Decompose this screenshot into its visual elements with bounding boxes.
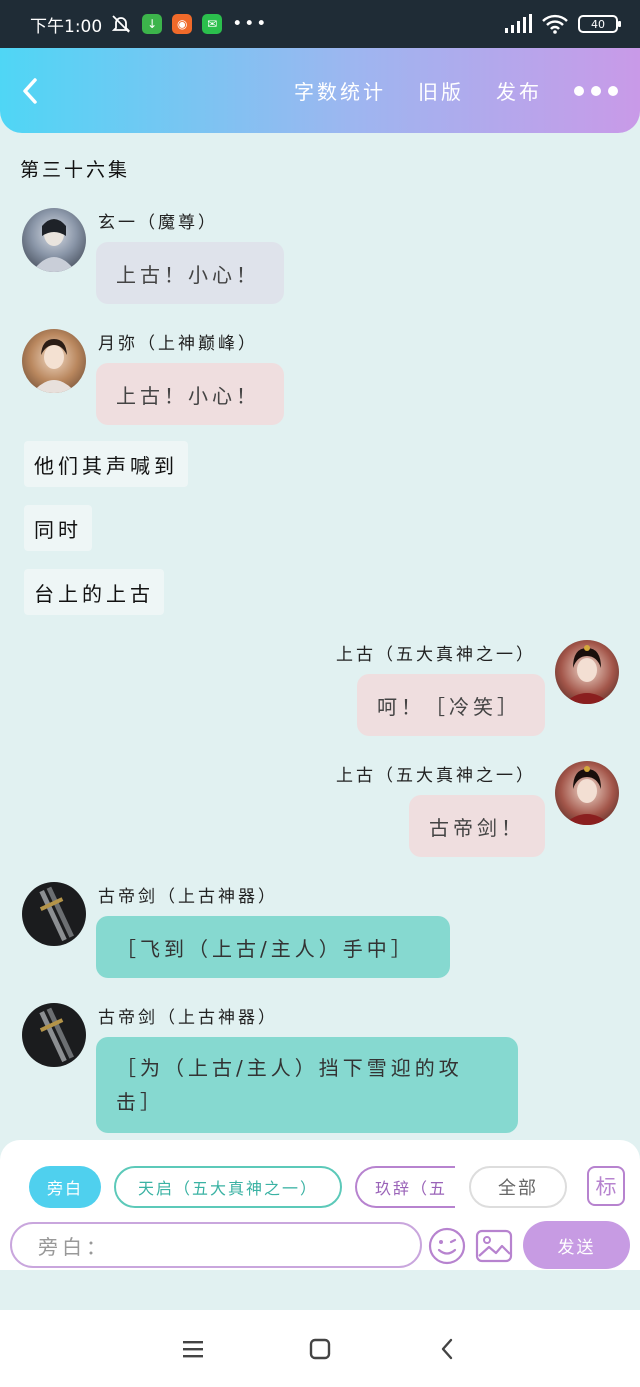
old-version-button[interactable]: 旧版 bbox=[418, 76, 464, 105]
wifi-icon bbox=[542, 14, 568, 34]
message-bubble[interactable]: 古帝剑！ bbox=[409, 795, 545, 857]
avatar-xuanyi[interactable] bbox=[22, 208, 86, 272]
app-notification-icon: ◉ bbox=[172, 14, 193, 34]
message-bubble[interactable]: 上古！小心！ bbox=[96, 242, 284, 304]
avatar-shanggu[interactable] bbox=[555, 761, 619, 825]
word-count-button[interactable]: 字数统计 bbox=[294, 76, 386, 105]
menu-nav-button[interactable] bbox=[173, 1329, 213, 1369]
message-sender: 上古（五大真神之一） bbox=[336, 766, 536, 786]
tag-button[interactable]: 标 bbox=[587, 1166, 625, 1206]
back-nav-button[interactable] bbox=[427, 1329, 467, 1369]
role-chip-narrator[interactable]: 旁白 bbox=[29, 1166, 101, 1208]
more-menu-button[interactable] bbox=[574, 85, 618, 96]
narration-item[interactable]: 台上的上古 bbox=[24, 569, 164, 615]
back-button[interactable] bbox=[0, 48, 60, 133]
publish-button[interactable]: 发布 bbox=[496, 76, 542, 105]
avatar-gudijian[interactable] bbox=[22, 882, 86, 946]
narration-item[interactable]: 同时 bbox=[24, 505, 92, 551]
message-sender: 古帝剑（上古神器） bbox=[98, 1008, 278, 1028]
more-notifications-icon: ••• bbox=[232, 14, 269, 34]
image-icon[interactable] bbox=[474, 1226, 514, 1266]
role-chip-all[interactable]: 全部 bbox=[469, 1166, 567, 1208]
download-app-icon: ↓ bbox=[142, 14, 163, 34]
send-button[interactable]: 发送 bbox=[523, 1221, 630, 1269]
home-square-icon bbox=[309, 1338, 331, 1359]
chevron-left-icon bbox=[441, 1338, 452, 1359]
role-chip-tianqi[interactable]: 天启（五大真神之一） bbox=[114, 1166, 342, 1208]
menu-icon bbox=[183, 1340, 204, 1357]
battery-icon: 40 bbox=[578, 15, 621, 33]
message-sender: 上古（五大真神之一） bbox=[336, 645, 536, 665]
message-bubble[interactable]: ［为（上古/主人）挡下雪迎的攻击］ bbox=[96, 1037, 518, 1133]
signal-icon bbox=[505, 14, 532, 33]
message-bubble[interactable]: 呵！［冷笑］ bbox=[357, 674, 545, 736]
chevron-left-icon bbox=[23, 77, 37, 104]
system-nav-bar bbox=[0, 1310, 640, 1387]
episode-title: 第三十六集 bbox=[20, 159, 131, 181]
status-time: 下午1:00 bbox=[30, 16, 103, 37]
home-nav-button[interactable] bbox=[300, 1329, 340, 1369]
emoji-icon[interactable] bbox=[427, 1226, 467, 1266]
wechat-icon: ✉ bbox=[202, 14, 223, 34]
narration-item[interactable]: 他们其声喊到 bbox=[24, 441, 188, 487]
message-sender: 月弥（上神巅峰） bbox=[98, 334, 258, 354]
battery-level: 40 bbox=[591, 17, 605, 31]
message-bubble[interactable]: ［飞到（上古/主人）手中］ bbox=[96, 916, 450, 978]
status-bar: 下午1:00 ↓ ◉ ✉ ••• 40 bbox=[0, 0, 640, 48]
role-chip-jiuci[interactable]: 玖辞（五 bbox=[355, 1166, 455, 1208]
message-bubble[interactable]: 上古！小心！ bbox=[96, 363, 284, 425]
avatar-gudijian[interactable] bbox=[22, 1003, 86, 1067]
message-input[interactable]: 旁白： bbox=[10, 1222, 422, 1268]
input-panel: 旁白 天启（五大真神之一） 玖辞（五 全部 标 旁白： 发送 bbox=[0, 1140, 640, 1270]
avatar-shanggu[interactable] bbox=[555, 640, 619, 704]
message-sender: 玄一（魔尊） bbox=[98, 213, 218, 233]
app-header: 字数统计 旧版 发布 bbox=[0, 48, 640, 133]
avatar-yuemi[interactable] bbox=[22, 329, 86, 393]
message-sender: 古帝剑（上古神器） bbox=[98, 887, 278, 907]
mute-icon bbox=[110, 13, 132, 35]
